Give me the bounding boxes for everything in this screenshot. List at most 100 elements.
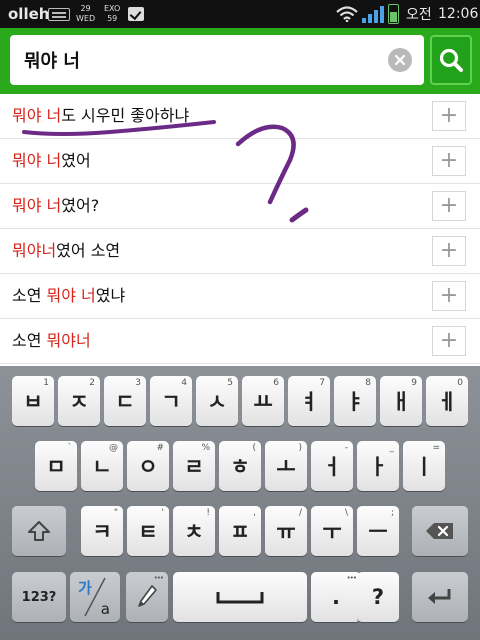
shift-arrow-icon [28,521,50,541]
append-query-button[interactable]: + [432,146,466,176]
key[interactable]: ; ㅡ [357,506,399,556]
handwriting-key[interactable]: ••• [126,572,168,622]
suggestion-rest: 였어 소연 [56,241,121,260]
search-input[interactable] [24,35,384,85]
suggestion-item[interactable]: 소연 뭐야너 + [0,319,480,364]
key[interactable]: (ㅎ [219,441,261,491]
question-key[interactable]: ? [357,572,399,622]
plus-icon: + [439,193,459,218]
suggestion-item[interactable]: 소연 뭐야 너였냐 + [0,274,480,319]
clear-search-button[interactable] [388,48,412,72]
search-icon [439,48,463,72]
clock-time: 12:06 [438,6,479,22]
key[interactable]: ! ㅊ [173,506,215,556]
key[interactable]: 9ㅐ [380,376,422,426]
suggestion-rest: 도 시우민 좋아하냐 [61,106,190,125]
suggestion-item[interactable]: 뭐야너였어 소연 + [0,229,480,274]
search-button[interactable] [430,35,472,85]
append-query-button[interactable]: + [432,101,466,131]
space-key[interactable] [173,572,307,622]
key[interactable]: 1ㅂ [12,376,54,426]
calendar-day: 29 [80,4,91,13]
suggestion-match: 뭐야너 [12,241,57,260]
key[interactable]: # ㅇ [127,441,169,491]
period-key[interactable]: •••. [311,572,361,622]
search-box [10,35,424,85]
symbols-key[interactable]: 123? [12,572,66,622]
suggestion-item[interactable]: 뭐야 너였어? + [0,184,480,229]
shift-key[interactable] [12,506,66,556]
suggestion-prefix: 소연 [12,286,47,305]
key[interactable]: 4ㄱ [150,376,192,426]
append-query-button[interactable]: + [432,191,466,221]
key[interactable]: 8ㅑ [334,376,376,426]
signal-icon [362,0,384,28]
key[interactable]: = ㅣ [403,441,445,491]
calendar-weekday: WED [76,14,96,23]
suggestion-text: 뭐야 너였어? [12,184,99,228]
suggestion-item[interactable]: 뭐야 너였어 + [0,139,480,184]
suggestion-rest: 였어? [61,196,100,215]
search-bar [0,28,480,94]
keyboard: 1ㅂ 2ㅈ 3ㄷ 4ㄱ 5ㅅ 6ㅛ 7ㅕ 8ㅑ 9ㅐ 0ㅔ ` ㅁ @ ㄴ # ㅇ %… [0,366,480,640]
key[interactable]: " ㅋ [81,506,123,556]
key[interactable]: ' ㅌ [127,506,169,556]
language-english-label: a [100,600,110,618]
suggestion-rest: 였어 [61,151,91,170]
suggestion-match: 뭐야 너 [12,151,62,170]
plus-icon: + [439,283,459,308]
plus-icon: + [439,103,459,128]
handwriting-key-dots: ••• [153,574,164,582]
append-query-button[interactable]: + [432,281,466,311]
key[interactable]: @ ㄴ [81,441,123,491]
suggestion-list: 뭐야 너도 시우민 좋아하냐 + 뭐야 너였어 + 뭐야 너였어? + 뭐야너였… [0,94,480,366]
append-query-button[interactable]: + [432,236,466,266]
key[interactable]: 2ㅈ [58,376,100,426]
key[interactable]: / ㅠ [265,506,307,556]
key[interactable]: 5ㅅ [196,376,238,426]
language-toggle-key[interactable]: 가 a [70,572,120,622]
append-query-button[interactable]: + [432,326,466,356]
suggestion-text: 뭐야너였어 소연 [12,229,120,273]
key[interactable]: ,ㅍ [219,506,261,556]
key[interactable]: 0ㅔ [426,376,468,426]
download-complete-icon [128,0,144,28]
suggestion-item[interactable]: 뭐야 너도 시우민 좋아하냐 + [0,94,480,139]
suggestion-match: 뭐야 너 [12,196,62,215]
plus-icon: + [439,148,459,173]
key[interactable]: ) ㅗ [265,441,307,491]
space-bar-icon [216,592,264,604]
suggestion-match: 뭐야 너 [46,286,96,305]
exo-notification-icon: EXO 59 [104,0,120,28]
key[interactable]: _ ㅏ [357,441,399,491]
wifi-icon [336,0,358,28]
language-korean-label: 가 [78,579,92,597]
plus-icon: + [439,328,459,353]
key[interactable]: 6ㅛ [242,376,284,426]
battery-icon [388,0,399,28]
pen-icon [138,585,157,607]
exo-label: EXO [104,4,121,13]
calendar-icon: 29 WED [76,0,95,28]
suggestion-text: 소연 뭐야 너였냐 [12,274,125,318]
enter-key[interactable] [412,572,468,622]
key[interactable]: \ ㅜ [311,506,353,556]
suggestion-text: 뭐야 너도 시우민 좋아하냐 [12,94,189,138]
keyboard-icon [48,0,70,28]
key[interactable]: % ㄹ [173,441,215,491]
suggestion-prefix: 소연 [12,331,47,350]
clock-ampm: 오전 [406,7,432,23]
key[interactable]: 7ㅕ [288,376,330,426]
backspace-icon [426,523,453,539]
suggestion-rest: 였냐 [95,286,126,305]
plus-icon: + [439,238,459,263]
exo-count: 59 [107,14,118,23]
key[interactable]: ` ㅁ [35,441,77,491]
key[interactable]: -ㅓ [311,441,353,491]
backspace-key[interactable] [412,506,468,556]
suggestion-text: 뭐야 너였어 [12,139,91,183]
key[interactable]: 3ㄷ [104,376,146,426]
suggestion-match: 뭐야너 [46,331,91,350]
carrier-label: olleh [8,5,50,23]
suggestion-text: 소연 뭐야너 [12,319,91,363]
